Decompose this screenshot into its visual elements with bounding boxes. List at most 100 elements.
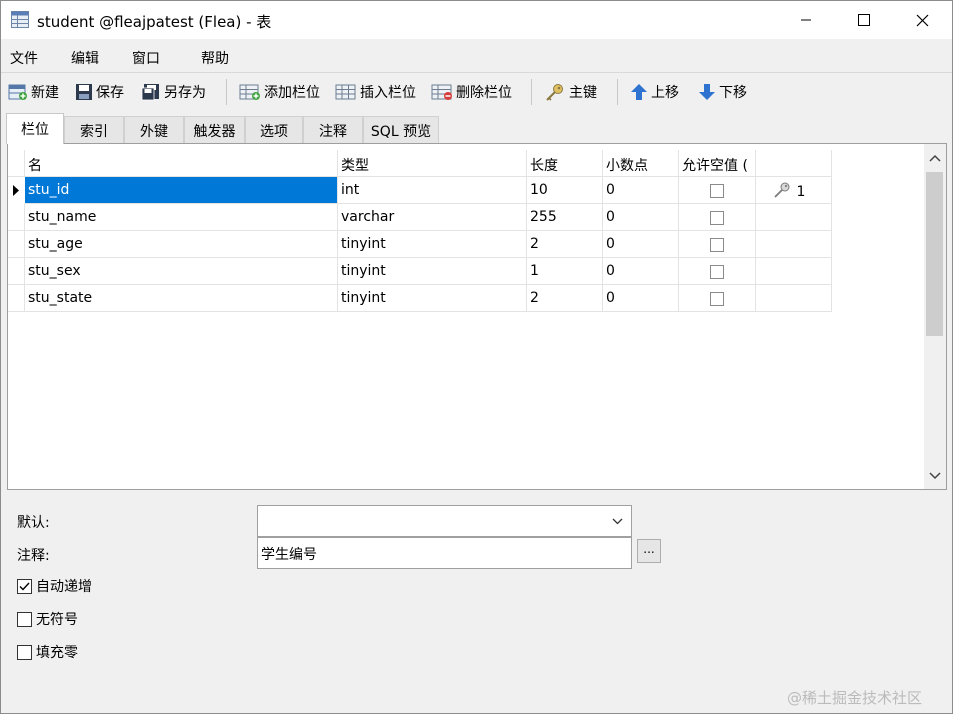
- save-as-button[interactable]: 另存为: [141, 81, 206, 103]
- field-type-cell[interactable]: tinyint: [338, 258, 527, 285]
- move-up-button[interactable]: 上移: [630, 81, 679, 103]
- column-header-name[interactable]: 名: [25, 150, 338, 177]
- field-nullable-cell[interactable]: [679, 231, 756, 258]
- scrollbar-thumb[interactable]: [926, 172, 943, 336]
- nullable-checkbox[interactable]: [710, 265, 724, 279]
- row-header[interactable]: [8, 285, 25, 312]
- unsigned-option[interactable]: 无符号: [17, 609, 78, 629]
- menu-file[interactable]: 文件: [10, 48, 38, 68]
- field-name-cell[interactable]: stu_state: [25, 285, 338, 312]
- tab-comment[interactable]: 注释: [303, 116, 363, 143]
- field-type-cell[interactable]: varchar: [338, 204, 527, 231]
- field-length-cell[interactable]: 2: [527, 231, 603, 258]
- row-header[interactable]: [8, 204, 25, 231]
- field-length-cell[interactable]: 255: [527, 204, 603, 231]
- comment-input[interactable]: 学生编号: [257, 537, 632, 569]
- minimize-button[interactable]: [777, 1, 835, 39]
- column-header-nullable[interactable]: 允许空值 (: [679, 150, 756, 177]
- field-key-cell[interactable]: [756, 204, 832, 231]
- nullable-checkbox[interactable]: [710, 238, 724, 252]
- field-type-cell[interactable]: tinyint: [338, 285, 527, 312]
- minimize-icon: [801, 19, 811, 21]
- delete-column-button[interactable]: 删除栏位: [431, 81, 512, 103]
- nullable-checkbox[interactable]: [710, 211, 724, 225]
- arrow-up-icon: [631, 84, 647, 100]
- window-title: student @fleajpatest (Flea) - 表: [37, 13, 272, 31]
- auto-increment-checkbox[interactable]: [17, 578, 32, 594]
- field-decimals-cell[interactable]: 0: [603, 285, 679, 312]
- tab-fields[interactable]: 栏位: [6, 113, 64, 144]
- zerofill-label: 填充零: [36, 645, 78, 661]
- row-header[interactable]: [8, 231, 25, 258]
- unsigned-checkbox[interactable]: [17, 611, 32, 627]
- column-header-type[interactable]: 类型: [338, 150, 527, 177]
- nullable-checkbox[interactable]: [710, 292, 724, 306]
- key-icon: [774, 182, 790, 198]
- delete-column-label: 删除栏位: [456, 85, 512, 101]
- scroll-up-icon[interactable]: [929, 154, 941, 162]
- field-decimals-cell[interactable]: 0: [603, 204, 679, 231]
- tab-options[interactable]: 选项: [245, 116, 303, 143]
- field-length-cell[interactable]: 1: [527, 258, 603, 285]
- move-down-button[interactable]: 下移: [698, 81, 747, 103]
- field-key-cell[interactable]: [756, 285, 832, 312]
- scroll-down-icon[interactable]: [929, 472, 941, 480]
- field-type-cell[interactable]: int: [338, 177, 527, 204]
- table-app-icon: [11, 11, 29, 28]
- field-name-cell[interactable]: stu_id: [25, 177, 338, 204]
- save-as-icon: [141, 84, 159, 101]
- nullable-checkbox[interactable]: [710, 184, 724, 198]
- field-length-cell[interactable]: 10: [527, 177, 603, 204]
- zerofill-checkbox[interactable]: [17, 644, 32, 660]
- toolbar-separator: [531, 79, 532, 105]
- menu-help[interactable]: 帮助: [201, 48, 229, 68]
- save-button[interactable]: 保存: [75, 81, 124, 103]
- auto-increment-label: 自动递增: [36, 579, 92, 595]
- new-label: 新建: [31, 85, 59, 101]
- field-decimals-cell[interactable]: 0: [603, 177, 679, 204]
- comment-edit-button[interactable]: ...: [637, 539, 661, 563]
- tab-sql-preview[interactable]: SQL 预览: [363, 116, 439, 143]
- field-length-cell[interactable]: 2: [527, 285, 603, 312]
- add-column-button[interactable]: 添加栏位: [239, 81, 320, 103]
- tab-indexes[interactable]: 索引: [64, 116, 124, 143]
- grid-vertical-scrollbar[interactable]: [924, 144, 946, 489]
- primary-key-button[interactable]: 主键: [544, 81, 597, 103]
- field-decimals-cell[interactable]: 0: [603, 231, 679, 258]
- field-name-cell[interactable]: stu_age: [25, 231, 338, 258]
- menu-window[interactable]: 窗口: [132, 48, 160, 68]
- field-name-cell[interactable]: stu_name: [25, 204, 338, 231]
- field-nullable-cell[interactable]: [679, 204, 756, 231]
- maximize-button[interactable]: [835, 1, 893, 39]
- column-header-length[interactable]: 长度: [527, 150, 603, 177]
- field-decimals-cell[interactable]: 0: [603, 258, 679, 285]
- insert-column-button[interactable]: 插入栏位: [335, 81, 416, 103]
- menu-edit[interactable]: 编辑: [71, 48, 99, 68]
- default-value-select[interactable]: [257, 505, 632, 537]
- title-bar: student @fleajpatest (Flea) - 表: [1, 1, 952, 39]
- tab-foreign-keys[interactable]: 外键: [124, 116, 184, 143]
- arrow-down-icon: [699, 84, 715, 100]
- field-key-cell[interactable]: [756, 231, 832, 258]
- zerofill-option[interactable]: 填充零: [17, 642, 78, 662]
- tab-triggers[interactable]: 触发器: [184, 116, 245, 143]
- row-header[interactable]: [8, 258, 25, 285]
- field-nullable-cell[interactable]: [679, 285, 756, 312]
- field-nullable-cell[interactable]: [679, 177, 756, 204]
- fields-grid: 名 类型 长度 小数点 允许空值 ( stu_id int 10 0 1 stu…: [7, 143, 947, 490]
- column-header-key[interactable]: [756, 150, 832, 177]
- field-name-cell[interactable]: stu_sex: [25, 258, 338, 285]
- field-nullable-cell[interactable]: [679, 258, 756, 285]
- table-designer-window: student @fleajpatest (Flea) - 表 文件 编辑 窗口…: [0, 0, 953, 714]
- save-icon: [76, 84, 92, 100]
- insert-column-label: 插入栏位: [360, 85, 416, 101]
- field-type-cell[interactable]: tinyint: [338, 231, 527, 258]
- add-column-icon: [239, 84, 260, 100]
- column-header-decimals[interactable]: 小数点: [603, 150, 679, 177]
- field-key-cell[interactable]: 1: [756, 177, 832, 204]
- field-key-cell[interactable]: [756, 258, 832, 285]
- close-button[interactable]: [893, 1, 951, 39]
- auto-increment-option[interactable]: 自动递增: [17, 576, 92, 596]
- new-button[interactable]: 新建: [8, 81, 59, 103]
- row-header-corner: [8, 150, 25, 177]
